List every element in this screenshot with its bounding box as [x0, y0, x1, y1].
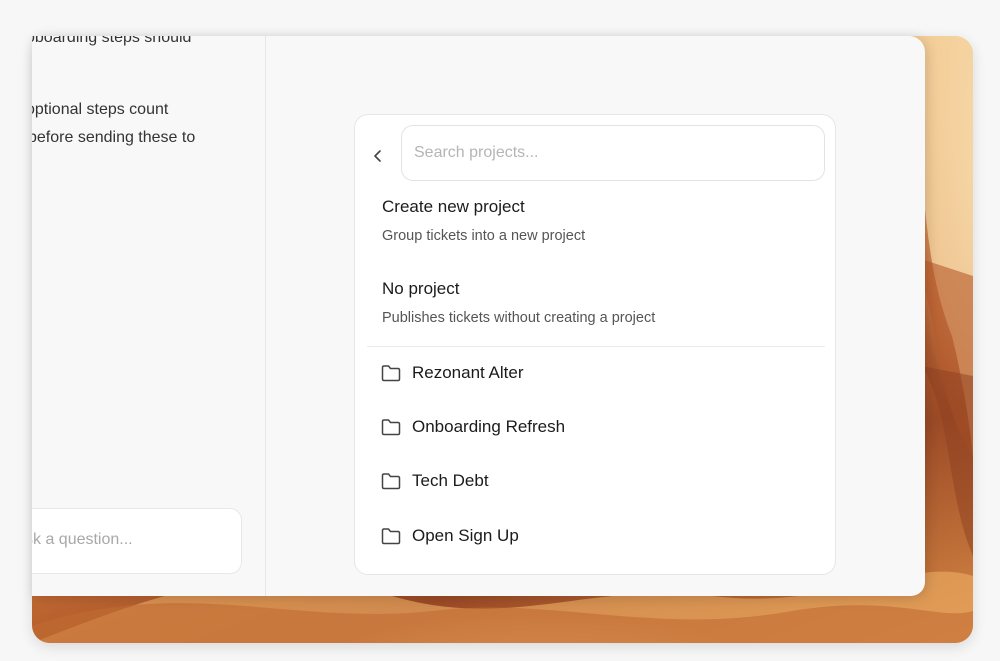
folder-icon: [381, 365, 401, 382]
project-name: Rezonant Alter: [412, 363, 524, 382]
project-name: Onboarding Refresh: [412, 417, 566, 436]
chevron-left-icon: [374, 150, 381, 162]
folder-icon: [381, 473, 401, 490]
ask-question-placeholder: sk a question...: [32, 531, 133, 548]
folder-icon: [381, 419, 401, 436]
folder-icon: [381, 528, 401, 545]
ask-question-input[interactable]: sk a question...: [32, 508, 242, 574]
back-button[interactable]: [365, 143, 391, 169]
project-item-open-sign-up[interactable]: Open Sign Up: [369, 516, 823, 556]
project-item-tech-debt[interactable]: Tech Debt: [369, 461, 823, 501]
chat-message-line: before sending these to: [32, 129, 196, 146]
chat-message-line: oboarding steps should: [32, 36, 192, 46]
option-title: No project: [382, 279, 460, 298]
app-window: oboarding steps should optional steps co…: [32, 36, 925, 596]
project-name: Open Sign Up: [412, 526, 519, 545]
option-description: Group tickets into a new project: [382, 228, 586, 244]
chat-message-line: optional steps count: [32, 101, 169, 118]
divider: [367, 346, 825, 347]
project-picker: Create new project Group tickets into a …: [354, 114, 836, 575]
search-projects-input[interactable]: [401, 125, 825, 181]
no-project-option[interactable]: No project Publishes tickets without cre…: [369, 279, 823, 326]
project-item-rezonant-alter[interactable]: Rezonant Alter: [369, 353, 823, 393]
project-item-onboarding-refresh[interactable]: Onboarding Refresh: [369, 407, 823, 447]
option-description: Publishes tickets without creating a pro…: [382, 310, 656, 326]
option-title: Create new project: [382, 197, 525, 216]
create-new-project-option[interactable]: Create new project Group tickets into a …: [369, 197, 823, 244]
project-name: Tech Debt: [412, 471, 489, 490]
chat-panel: oboarding steps should optional steps co…: [32, 36, 266, 596]
